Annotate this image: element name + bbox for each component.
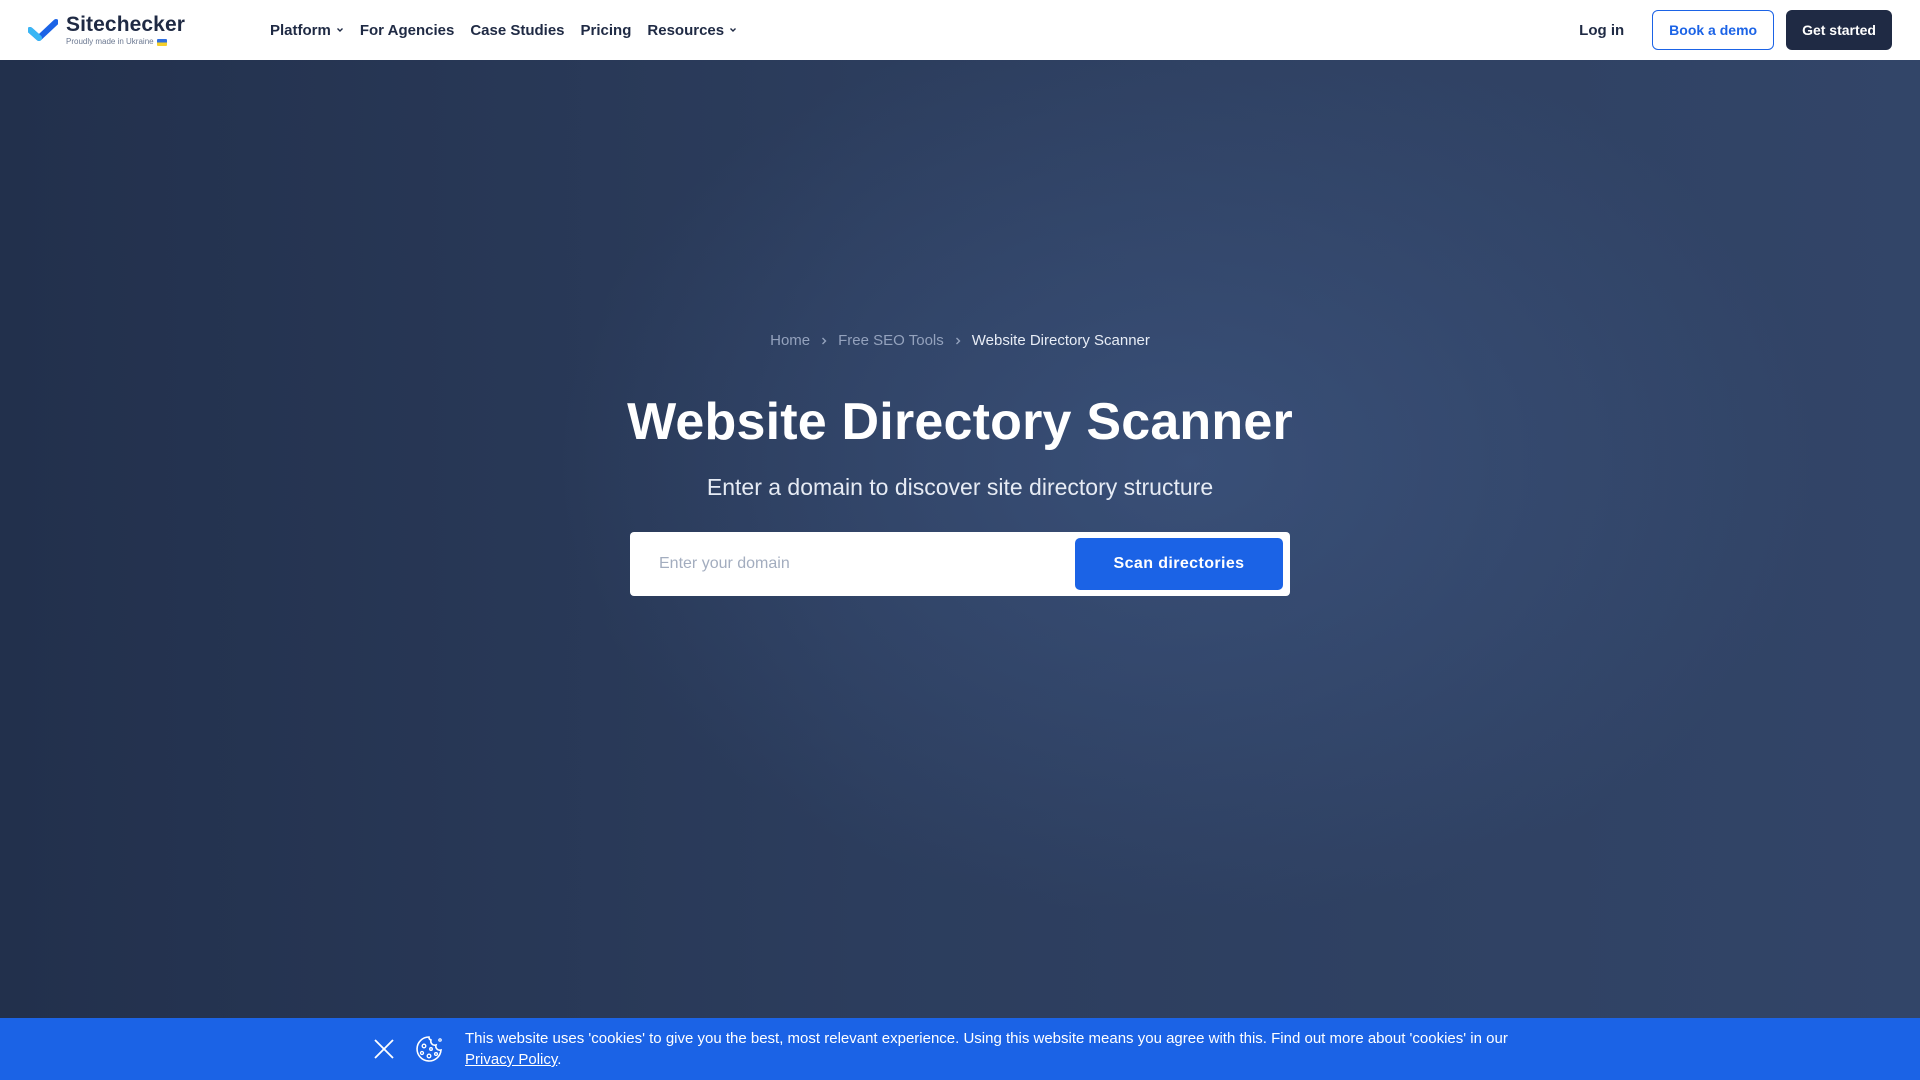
site-header: Sitechecker Proudly made in Ukraine Plat… [0, 0, 1920, 60]
ukraine-flag-icon [156, 38, 167, 46]
nav-item-platform[interactable]: Platform [270, 22, 344, 39]
cookie-icon [416, 1036, 442, 1062]
domain-input[interactable] [630, 538, 1075, 590]
chevron-right-icon [955, 337, 961, 344]
nav-item-label: For Agencies [359, 21, 455, 39]
nav-item-label: Pricing [580, 21, 632, 39]
privacy-policy-link[interactable]: Privacy Policy [465, 1051, 557, 1068]
breadcrumb-free-seo-tools[interactable]: Free SEO Tools [838, 332, 944, 349]
nav-item-label: Platform [270, 21, 331, 39]
scan-directories-button[interactable]: Scan directories [1075, 538, 1283, 590]
nav-item-for-agencies[interactable]: For Agencies [360, 22, 454, 39]
cookie-message: This website uses 'cookies' to give you … [465, 1028, 1545, 1070]
page-title: Website Directory Scanner [627, 393, 1293, 451]
cookie-banner: This website uses 'cookies' to give you … [0, 1018, 1920, 1080]
login-link[interactable]: Log in [1579, 22, 1624, 39]
logo-text: Sitechecker Proudly made in Ukraine [66, 14, 185, 46]
logo[interactable]: Sitechecker Proudly made in Ukraine [28, 14, 248, 46]
checkmark-logo-icon [28, 19, 58, 41]
nav-item-label: Resources [647, 21, 725, 39]
nav-item-case-studies[interactable]: Case Studies [470, 22, 564, 39]
breadcrumb-current: Website Directory Scanner [971, 332, 1150, 349]
nav-item-resources[interactable]: Resources [647, 22, 737, 39]
breadcrumb-home[interactable]: Home [770, 332, 810, 349]
breadcrumb: Home Free SEO Tools Website Directory Sc… [0, 332, 1920, 349]
logo-tagline-text: Proudly made in Ukraine [66, 37, 154, 46]
close-icon[interactable] [373, 1038, 395, 1060]
domain-search-form: Scan directories [630, 532, 1290, 596]
page-subtitle: Enter a domain to discover site director… [706, 474, 1214, 500]
chevron-down-icon [730, 28, 737, 32]
chevron-down-icon [336, 28, 343, 32]
chevron-right-icon [822, 337, 827, 344]
logo-tagline: Proudly made in Ukraine [66, 38, 185, 46]
get-started-button[interactable]: Get started [1786, 10, 1892, 50]
main-nav: Platform For Agencies Case Studies Prici… [270, 22, 737, 39]
header-actions: Log in Book a demo Get started [1579, 10, 1892, 50]
logo-name: Sitechecker [66, 13, 186, 36]
cookie-message-end: . [557, 1051, 562, 1068]
nav-item-label: Case Studies [470, 21, 565, 39]
nav-item-pricing[interactable]: Pricing [581, 22, 632, 39]
book-demo-button[interactable]: Book a demo [1652, 10, 1775, 50]
cookie-message-text: This website uses 'cookies' to give you … [465, 1030, 1508, 1047]
